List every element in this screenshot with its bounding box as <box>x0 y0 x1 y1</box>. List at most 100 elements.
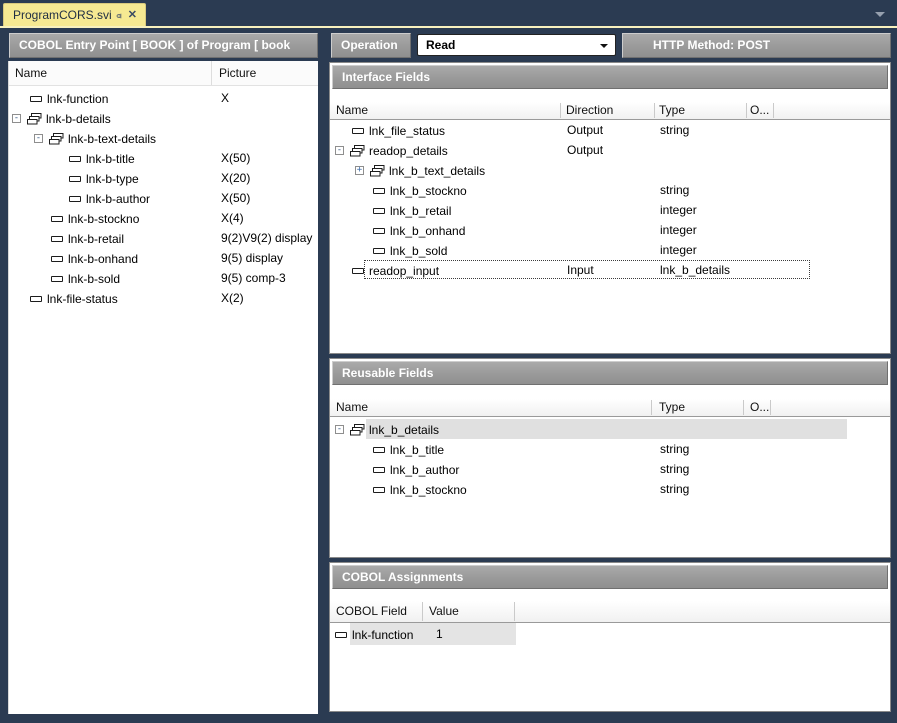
field-icon <box>352 128 364 134</box>
group-icon <box>350 145 365 157</box>
row-label: lnk_b_stockno <box>390 184 467 198</box>
column-header-name[interactable]: Name <box>336 399 368 416</box>
pin-icon[interactable] <box>116 10 122 22</box>
field-icon <box>373 447 385 453</box>
field-icon <box>69 196 81 202</box>
close-icon[interactable]: ✕ <box>128 9 137 21</box>
row-label: lnk-b-onhand <box>68 252 138 266</box>
row-label: lnk_b_onhand <box>390 224 465 238</box>
column-header-direction[interactable]: Direction <box>566 102 613 119</box>
expander-minus-icon[interactable]: - <box>12 114 21 123</box>
field-icon <box>373 248 385 254</box>
column-header-name[interactable]: Name <box>336 102 368 119</box>
row-lnk-file-status[interactable]: lnk-file-statusX(2) <box>9 288 318 308</box>
expander-plus-icon[interactable]: + <box>355 166 364 175</box>
row-readop_input[interactable]: readop_inputInputlnk_b_details <box>330 260 890 280</box>
expander-minus-icon[interactable]: - <box>335 146 344 155</box>
row-label: lnk-b-text-details <box>68 132 156 146</box>
row-lnk-b-onhand[interactable]: lnk-b-onhand9(5) display <box>9 248 318 268</box>
row-lnk-b-details[interactable]: - lnk-b-details <box>9 108 318 128</box>
document-tab-strip: ProgramCORS.svi ✕ <box>0 0 897 26</box>
row-label: lnk-b-sold <box>68 272 120 286</box>
focus-outline <box>364 260 810 279</box>
row-lnk_b_title[interactable]: lnk_b_titlestring <box>330 439 890 459</box>
row-label: lnk-b-stockno <box>68 212 139 226</box>
tab-accent-line <box>0 26 897 28</box>
row-lnk-b-author[interactable]: lnk-b-authorX(50) <box>9 188 318 208</box>
row-lnk-b-retail[interactable]: lnk-b-retail9(2)V9(2) display <box>9 228 318 248</box>
row-lnk_b_stockno[interactable]: lnk_b_stockno string <box>330 479 890 499</box>
expander-minus-icon[interactable]: - <box>335 425 344 434</box>
row-lnk-b-sold[interactable]: lnk-b-sold9(5) comp-3 <box>9 268 318 288</box>
tab-list-chevron-icon[interactable] <box>875 12 885 17</box>
group-icon <box>370 165 385 177</box>
value-cell: 1 <box>436 623 443 645</box>
row-readop_details[interactable]: -readop_detailsOutput <box>330 140 890 160</box>
row-lnk_b_onhand[interactable]: lnk_b_onhand integer <box>330 220 890 240</box>
row-lnk_b_stockno[interactable]: lnk_b_stockno string <box>330 180 890 200</box>
type-cell: integer <box>660 240 697 260</box>
document-tab-title: ProgramCORS.svi <box>13 8 112 22</box>
svi-editor-screen: ProgramCORS.svi ✕ COBOL Entry Point [ BO… <box>0 0 897 723</box>
field-icon <box>30 296 42 302</box>
row-label: lnk_b_sold <box>390 244 447 258</box>
interface-fields-header: Interface Fields <box>332 65 888 89</box>
field-icon <box>69 176 81 182</box>
row-label: lnk-file-status <box>47 292 118 306</box>
row-label: lnk_b_stockno <box>390 483 467 497</box>
row-label: lnk-b-author <box>86 192 150 206</box>
row-lnk_file_status[interactable]: lnk_file_statusOutputstring <box>330 120 890 140</box>
entry-point-tree: Name Picture lnk-functionX-lnk-b-details… <box>8 61 318 714</box>
row-label: lnk-b-details <box>46 112 111 126</box>
reusable-fields-column-header: Name Type O... <box>330 399 890 417</box>
field-icon <box>51 256 63 262</box>
direction-cell: Output <box>567 120 603 140</box>
column-header-overflow[interactable]: O... <box>750 399 769 416</box>
column-header-value[interactable]: Value <box>429 601 459 622</box>
expander-minus-icon[interactable]: - <box>34 134 43 143</box>
row-lnk_b_author[interactable]: lnk_b_authorstring <box>330 459 890 479</box>
cobol-entry-point-panel: COBOL Entry Point [ BOOK ] of Program [ … <box>6 33 318 714</box>
column-header-picture[interactable]: Picture <box>219 61 256 85</box>
field-icon <box>373 188 385 194</box>
reusable-fields-header: Reusable Fields <box>332 361 888 385</box>
column-header-cobol-field[interactable]: COBOL Field <box>336 601 407 622</box>
row-lnk-b-stockno[interactable]: lnk-b-stocknoX(4) <box>9 208 318 228</box>
row-lnk-b-title[interactable]: lnk-b-titleX(50) <box>9 148 318 168</box>
column-header-overflow[interactable]: O... <box>750 102 769 119</box>
type-cell: string <box>660 479 689 499</box>
row-lnk-function[interactable]: lnk-functionX <box>9 88 318 108</box>
column-header-type[interactable]: Type <box>659 399 685 416</box>
group-icon <box>49 133 64 145</box>
field-icon <box>335 632 347 638</box>
interface-fields-section: Interface Fields Name Direction Type O..… <box>329 62 891 354</box>
row-lnk_b_text_details[interactable]: + lnk_b_text_details <box>330 160 890 180</box>
group-icon <box>27 113 42 125</box>
reusable-fields-section: Reusable Fields Name Type O... -lnk_b_de… <box>329 358 891 558</box>
row-lnk_b_retail[interactable]: lnk_b_retailinteger <box>330 200 890 220</box>
operation-select[interactable]: Read <box>417 34 616 56</box>
field-icon <box>51 236 63 242</box>
field-icon <box>69 156 81 162</box>
column-header-name[interactable]: Name <box>15 61 47 85</box>
field-icon <box>373 228 385 234</box>
cobol-assignments-column-header: COBOL Field Value <box>330 601 890 623</box>
picture-cell: X(20) <box>221 168 250 188</box>
row-label: lnk_file_status <box>369 124 445 138</box>
field-icon <box>373 208 385 214</box>
type-cell: integer <box>660 220 697 240</box>
type-cell: string <box>660 180 689 200</box>
service-interface-panel: Operation Read HTTP Method: POST Interfa… <box>329 33 891 713</box>
document-tab[interactable]: ProgramCORS.svi ✕ <box>3 3 146 26</box>
type-cell: integer <box>660 200 697 220</box>
column-header-type[interactable]: Type <box>659 102 685 119</box>
row-lnk-b-text-details[interactable]: - lnk-b-text-details <box>9 128 318 148</box>
row-lnk_b_details[interactable]: -lnk_b_details <box>330 419 890 439</box>
interface-fields-column-header: Name Direction Type O... <box>330 102 890 120</box>
field-icon <box>373 467 385 473</box>
row-label: lnk-function <box>352 628 413 642</box>
row-lnk-b-type[interactable]: lnk-b-typeX(20) <box>9 168 318 188</box>
row-label: lnk_b_text_details <box>389 164 485 178</box>
row-lnk_b_sold[interactable]: lnk_b_sold integer <box>330 240 890 260</box>
row-lnk-function[interactable]: lnk-function 1 <box>330 623 890 645</box>
